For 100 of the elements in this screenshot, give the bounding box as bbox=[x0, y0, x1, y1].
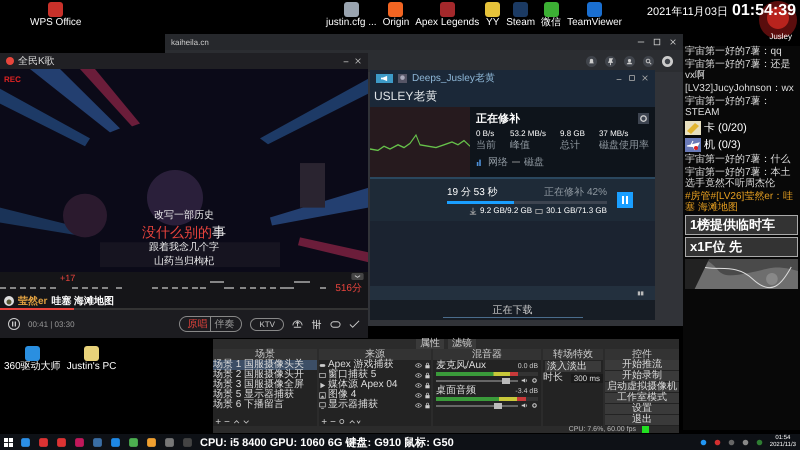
app-tile-icon[interactable] bbox=[587, 2, 602, 17]
control-button[interactable]: 退出 bbox=[605, 415, 679, 425]
app-tile-icon[interactable] bbox=[24, 346, 40, 361]
search-icon[interactable] bbox=[643, 56, 654, 66]
toolbar-button[interactable]: 滤镜 bbox=[448, 339, 476, 349]
desktop-icon-label[interactable]: justin.cfg ... bbox=[326, 17, 377, 29]
vocal-mode-tab[interactable]: 伴奏 bbox=[210, 317, 238, 331]
close-icon[interactable] bbox=[354, 57, 362, 65]
lock-icon[interactable] bbox=[424, 372, 431, 378]
broadcast-button[interactable] bbox=[376, 74, 393, 82]
taskbar-app-icon[interactable] bbox=[92, 436, 103, 448]
maximize-icon[interactable] bbox=[628, 74, 636, 82]
volume-slider-thumb[interactable] bbox=[502, 378, 510, 384]
desktop-icon-label[interactable]: YY bbox=[486, 17, 500, 29]
speaker-icon[interactable] bbox=[521, 402, 528, 409]
lock-icon[interactable] bbox=[424, 392, 431, 398]
close-icon[interactable] bbox=[641, 74, 649, 82]
account-name[interactable]: Deeps_Jusley老黄 bbox=[412, 71, 495, 85]
windows-logo-icon[interactable] bbox=[4, 438, 13, 446]
taskbar-app-icon[interactable] bbox=[38, 436, 49, 448]
transition-dropdown[interactable]: 淡入淡出 bbox=[545, 361, 601, 372]
loop-icon[interactable] bbox=[330, 318, 341, 330]
lock-icon[interactable] bbox=[424, 382, 431, 388]
collapse-icon[interactable] bbox=[351, 273, 364, 280]
eye-icon[interactable] bbox=[415, 392, 422, 398]
eye-icon[interactable] bbox=[415, 372, 422, 378]
toolbar-button[interactable]: 属性 bbox=[416, 339, 444, 349]
scene-item[interactable]: 场景 2 国服摄像头开 bbox=[213, 370, 317, 380]
taskbar-app-icon[interactable] bbox=[146, 436, 157, 448]
settings-icon[interactable] bbox=[638, 113, 649, 124]
hardware-info-text: CPU: i5 8400 GPU: 1060 6G 键盘: G910 鼠标: G50 bbox=[200, 436, 454, 450]
bar-chart-icon bbox=[476, 158, 484, 166]
airplane-icon bbox=[685, 138, 701, 152]
scene-item[interactable]: 场景 5 显示器捕获 bbox=[213, 390, 317, 400]
taskbar-app-icon[interactable] bbox=[164, 436, 175, 448]
scene-item[interactable]: 场景 3 国服摄像全屏 bbox=[213, 380, 317, 390]
eye-icon[interactable] bbox=[415, 382, 422, 388]
taskbar-app-icon[interactable] bbox=[128, 436, 139, 448]
speaker-icon[interactable] bbox=[521, 377, 528, 384]
taskbar-app-icon[interactable] bbox=[20, 436, 31, 448]
control-button[interactable]: 设置 bbox=[605, 404, 679, 414]
settings-icon[interactable] bbox=[531, 402, 538, 409]
scene-item[interactable]: 场景 1 国服摄像头关 bbox=[213, 360, 317, 370]
taskbar-app-icon[interactable] bbox=[110, 436, 121, 448]
desktop-icon-label[interactable]: Apex Legends bbox=[415, 17, 480, 29]
volume-slider-thumb[interactable] bbox=[494, 402, 502, 408]
app-tile-icon[interactable] bbox=[513, 2, 528, 17]
equalizer-icon[interactable] bbox=[311, 318, 322, 330]
app-tile-icon[interactable] bbox=[48, 2, 64, 17]
settings-icon[interactable] bbox=[531, 377, 538, 384]
lock-icon[interactable] bbox=[424, 402, 431, 408]
upload-icon[interactable] bbox=[292, 318, 303, 330]
desktop-icon-label[interactable]: WPS Office bbox=[30, 17, 82, 29]
app-tile-icon[interactable] bbox=[344, 2, 359, 17]
source-item[interactable]: Apex 游戏捕获 bbox=[328, 360, 413, 370]
app-tile-icon[interactable] bbox=[388, 2, 404, 17]
page-heading: USLEY老黄 bbox=[373, 88, 438, 105]
panel-header: 控件 bbox=[605, 349, 679, 360]
checkmark-icon[interactable] bbox=[349, 318, 360, 330]
pin-icon[interactable] bbox=[605, 56, 616, 66]
user-icon[interactable] bbox=[624, 56, 635, 66]
promo-banner: x1F位 先 bbox=[685, 237, 798, 257]
source-item[interactable]: 显示器捕获 bbox=[328, 400, 413, 410]
lock-icon[interactable] bbox=[424, 362, 431, 368]
audio-channel-name: 桌面音频 bbox=[436, 386, 476, 396]
scene-item[interactable]: 场景 6 下播留言 bbox=[213, 400, 317, 410]
ktv-button[interactable]: KTV bbox=[250, 318, 284, 330]
stat-label: 峰值 bbox=[510, 139, 532, 152]
desktop-icon-label[interactable]: TeamViewer bbox=[567, 17, 622, 29]
control-button[interactable]: 开始录制 bbox=[605, 371, 679, 381]
control-button[interactable]: 启动虚拟摄像机 bbox=[605, 382, 679, 392]
duration-label: 时长 bbox=[543, 373, 563, 383]
app-tile-icon[interactable] bbox=[485, 2, 500, 17]
desktop-icon-label[interactable]: Origin bbox=[382, 17, 410, 29]
source-item[interactable]: 窗口捕获 5 bbox=[328, 370, 413, 380]
app-tile-icon[interactable] bbox=[544, 2, 559, 17]
desktop-icon-label[interactable]: 360驱动大师 bbox=[4, 361, 61, 373]
vocal-mode-tab[interactable]: 原唱 bbox=[184, 317, 210, 331]
duration-field[interactable]: 300 ms bbox=[570, 374, 603, 382]
maximize-icon[interactable] bbox=[653, 38, 661, 46]
app-tile-icon[interactable] bbox=[440, 2, 455, 17]
source-item[interactable]: 媒体源 Apex 04 bbox=[328, 380, 413, 390]
desktop-icon-label[interactable]: 微信 bbox=[541, 17, 562, 29]
legend-label: 网络 bbox=[488, 156, 508, 169]
desktop-icon-label[interactable]: Justin's PC bbox=[66, 361, 116, 373]
chat-message: 宇宙第一好的7薯：还是vx啊 bbox=[685, 59, 792, 81]
control-button[interactable]: 开始推流 bbox=[605, 360, 679, 370]
list-controls-drawing[interactable] bbox=[321, 418, 361, 425]
desktop-icon-label[interactable]: Steam bbox=[506, 17, 536, 29]
source-item[interactable]: 图像 4 bbox=[328, 390, 413, 400]
eye-icon[interactable] bbox=[415, 402, 422, 408]
taskbar-app-icon[interactable] bbox=[56, 436, 67, 448]
app-tile-icon[interactable] bbox=[84, 346, 100, 361]
library-icon[interactable] bbox=[637, 289, 645, 297]
control-button[interactable]: 工作室模式 bbox=[605, 393, 679, 403]
bell-icon[interactable] bbox=[586, 56, 597, 66]
close-icon[interactable] bbox=[669, 38, 677, 46]
pause-button[interactable] bbox=[8, 318, 20, 330]
card-icon bbox=[685, 120, 701, 134]
eye-icon[interactable] bbox=[415, 362, 422, 368]
